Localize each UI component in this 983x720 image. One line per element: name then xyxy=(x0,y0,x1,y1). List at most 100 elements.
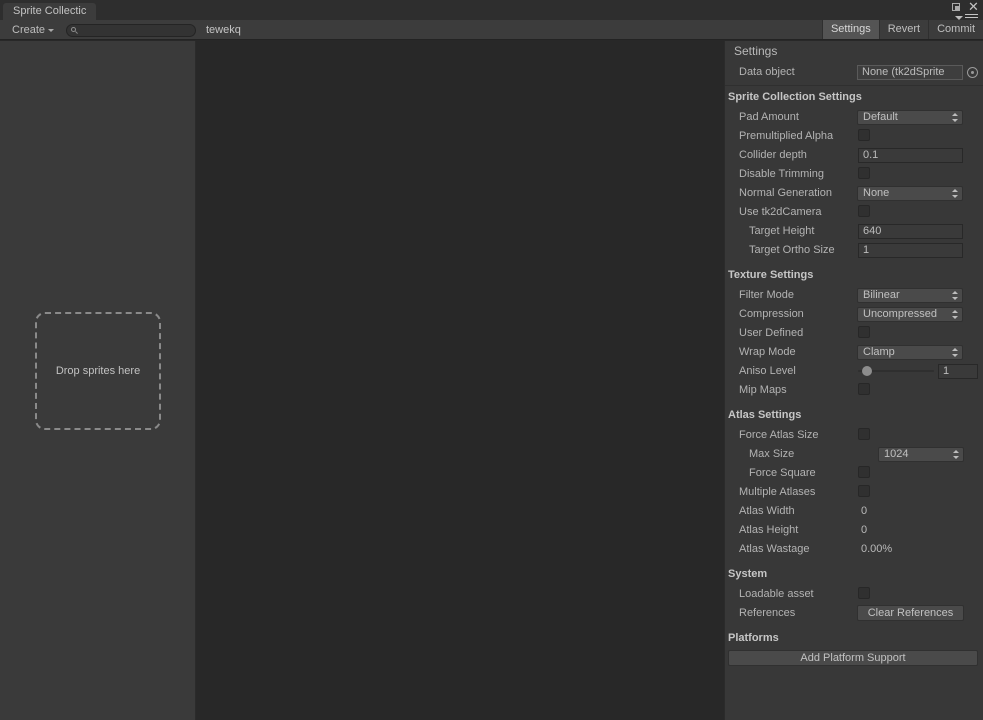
sort-arrows-icon xyxy=(952,291,958,301)
sort-arrows-icon xyxy=(952,189,958,199)
target-ortho-size-label: Target Ortho Size xyxy=(749,244,835,256)
atlas-width-value: 0 xyxy=(861,505,868,517)
multiple-atlases-checkbox[interactable] xyxy=(858,485,870,497)
row-max-size: Max Size 1024 xyxy=(725,445,983,464)
row-filter-mode: Filter Mode Bilinear xyxy=(725,286,983,305)
create-button[interactable]: Create xyxy=(4,22,59,38)
row-aniso-level: Aniso Level 1 xyxy=(725,362,983,381)
atlas-height-label: Atlas Height xyxy=(739,524,799,536)
row-disable-trimming: Disable Trimming xyxy=(725,165,983,184)
aniso-level-slider[interactable] xyxy=(858,364,934,378)
create-button-label: Create xyxy=(12,24,46,36)
row-data-object: Data object None (tk2dSprite xyxy=(725,63,983,82)
premultiplied-alpha-label: Premultiplied Alpha xyxy=(739,130,834,142)
aniso-level-label: Aniso Level xyxy=(739,365,796,377)
settings-panel: Settings Data object None (tk2dSprite Sp… xyxy=(724,41,983,720)
search-input[interactable] xyxy=(82,25,190,36)
toolbar-tabs: Settings Revert Commit xyxy=(821,20,983,39)
collider-depth-input[interactable]: 0.1 xyxy=(858,148,963,163)
section-header-sprite-collection-settings: Sprite Collection Settings xyxy=(728,91,862,103)
aniso-level-value-input[interactable]: 1 xyxy=(938,364,978,379)
sprite-collection-editor-window: Sprite Collectic ✕ Create tewekq Setting… xyxy=(0,0,983,720)
object-picker-icon[interactable] xyxy=(967,67,978,78)
sprite-preview-canvas[interactable] xyxy=(196,41,724,720)
collection-name-label: tewekq xyxy=(206,24,241,36)
max-size-dropdown[interactable]: 1024 xyxy=(878,447,964,462)
row-compression: Compression Uncompressed xyxy=(725,305,983,324)
data-object-field[interactable]: None (tk2dSprite xyxy=(857,65,963,80)
tab-commit[interactable]: Commit xyxy=(928,20,983,39)
row-use-tk2dcamera: Use tk2dCamera xyxy=(725,203,983,222)
row-multiple-atlases: Multiple Atlases xyxy=(725,483,983,502)
premultiplied-alpha-checkbox[interactable] xyxy=(858,129,870,141)
use-tk2dcamera-checkbox[interactable] xyxy=(858,205,870,217)
user-defined-label: User Defined xyxy=(739,327,804,339)
atlas-height-value: 0 xyxy=(861,524,868,536)
tab-settings[interactable]: Settings xyxy=(821,20,879,39)
row-target-height: Target Height 640 xyxy=(725,222,983,241)
row-references: References Clear References xyxy=(725,604,983,623)
target-ortho-size-input[interactable]: 1 xyxy=(858,243,963,258)
close-icon[interactable]: ✕ xyxy=(968,0,979,13)
dropzone-label: Drop sprites here xyxy=(55,365,141,377)
section-header-atlas-settings: Atlas Settings xyxy=(728,409,802,421)
sort-arrows-icon xyxy=(952,348,958,358)
sprite-dropzone[interactable]: Drop sprites here xyxy=(35,312,161,430)
row-atlas-wastage: Atlas Wastage 0.00% xyxy=(725,540,983,559)
row-force-square: Force Square xyxy=(725,464,983,483)
sort-arrows-icon xyxy=(952,113,958,123)
row-force-atlas-size: Force Atlas Size xyxy=(725,426,983,445)
clear-references-button[interactable]: Clear References xyxy=(857,605,964,621)
target-height-input[interactable]: 640 xyxy=(858,224,963,239)
sort-arrows-icon xyxy=(953,450,959,460)
row-user-defined: User Defined xyxy=(725,324,983,343)
disable-trimming-label: Disable Trimming xyxy=(739,168,824,180)
row-premultiplied-alpha: Premultiplied Alpha xyxy=(725,127,983,146)
use-tk2dcamera-label: Use tk2dCamera xyxy=(739,206,822,218)
atlas-width-label: Atlas Width xyxy=(739,505,795,517)
section-header-platforms: Platforms xyxy=(728,632,779,644)
section-header-system: System xyxy=(728,568,768,580)
tab-revert[interactable]: Revert xyxy=(878,20,928,39)
pad-amount-label: Pad Amount xyxy=(739,111,799,123)
row-target-ortho-size: Target Ortho Size 1 xyxy=(725,241,983,260)
slider-knob[interactable] xyxy=(862,366,872,376)
row-atlas-width: Atlas Width 0 xyxy=(725,502,983,521)
settings-panel-title: Settings xyxy=(734,44,778,58)
normal-generation-label: Normal Generation xyxy=(739,187,832,199)
normal-generation-dropdown[interactable]: None xyxy=(857,186,963,201)
row-add-platform-support: Add Platform Support xyxy=(725,649,983,668)
row-wrap-mode: Wrap Mode Clamp xyxy=(725,343,983,362)
settings-divider xyxy=(725,85,983,86)
row-atlas-height: Atlas Height 0 xyxy=(725,521,983,540)
force-atlas-size-checkbox[interactable] xyxy=(858,428,870,440)
row-pad-amount: Pad Amount Default xyxy=(725,108,983,127)
loadable-asset-label: Loadable asset xyxy=(739,588,814,600)
disable-trimming-checkbox[interactable] xyxy=(858,167,870,179)
loadable-asset-checkbox[interactable] xyxy=(858,587,870,599)
window-tab-label: Sprite Collectic xyxy=(13,5,87,17)
maximize-icon[interactable] xyxy=(952,2,960,11)
search-box[interactable] xyxy=(66,24,196,37)
chevron-down-icon[interactable] xyxy=(955,15,963,20)
filter-mode-dropdown[interactable]: Bilinear xyxy=(857,288,963,303)
force-square-label: Force Square xyxy=(749,467,816,479)
window-titlebar: Sprite Collectic ✕ xyxy=(0,0,983,21)
mip-maps-label: Mip Maps xyxy=(739,384,787,396)
wrap-mode-dropdown[interactable]: Clamp xyxy=(857,345,963,360)
mip-maps-checkbox[interactable] xyxy=(858,383,870,395)
data-object-label: Data object xyxy=(739,66,795,78)
add-platform-support-button[interactable]: Add Platform Support xyxy=(728,650,978,666)
row-mip-maps: Mip Maps xyxy=(725,381,983,400)
window-tab-sprite-collection[interactable]: Sprite Collectic xyxy=(3,3,97,20)
wrap-mode-label: Wrap Mode xyxy=(739,346,796,358)
pad-amount-dropdown[interactable]: Default xyxy=(857,110,963,125)
row-loadable-asset: Loadable asset xyxy=(725,585,983,604)
multiple-atlases-label: Multiple Atlases xyxy=(739,486,816,498)
user-defined-checkbox[interactable] xyxy=(858,326,870,338)
sprite-list-panel: Drop sprites here xyxy=(0,41,196,720)
compression-dropdown[interactable]: Uncompressed xyxy=(857,307,963,322)
window-controls: ✕ xyxy=(952,0,979,13)
collider-depth-label: Collider depth xyxy=(739,149,807,161)
force-square-checkbox[interactable] xyxy=(858,466,870,478)
